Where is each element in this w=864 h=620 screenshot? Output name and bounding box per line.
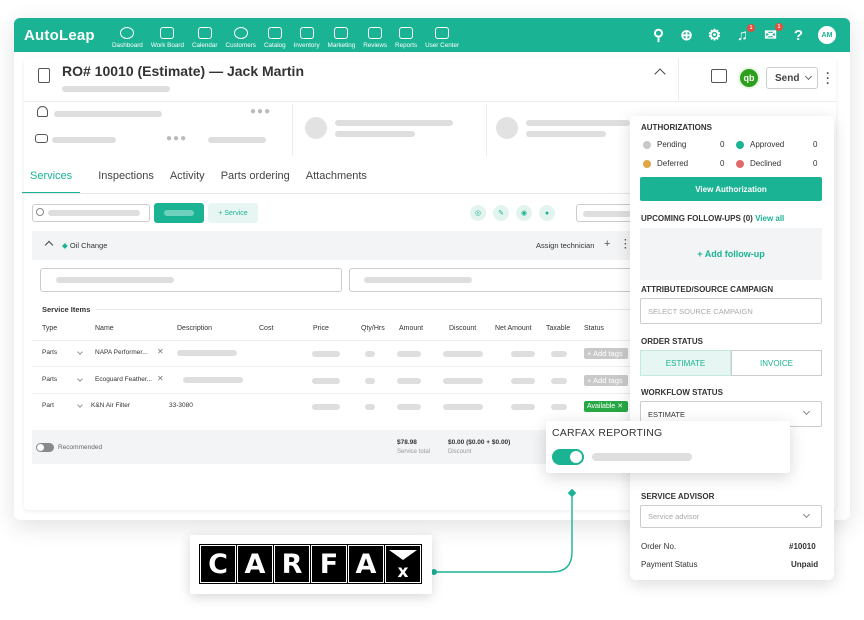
carfax-letter: A <box>347 544 385 584</box>
carfax-logo: C A R F A x <box>199 544 422 584</box>
stage: AutoLeap Dashboard Work Board Calendar C… <box>0 0 864 620</box>
svg-text:x: x <box>398 562 409 582</box>
carfax-fox-icon: x <box>384 544 422 584</box>
carfax-letter: C <box>199 544 237 584</box>
connector-line <box>431 488 577 575</box>
carfax-letter: R <box>273 544 311 584</box>
carfax-letter: F <box>310 544 348 584</box>
carfax-letter: A <box>236 544 274 584</box>
